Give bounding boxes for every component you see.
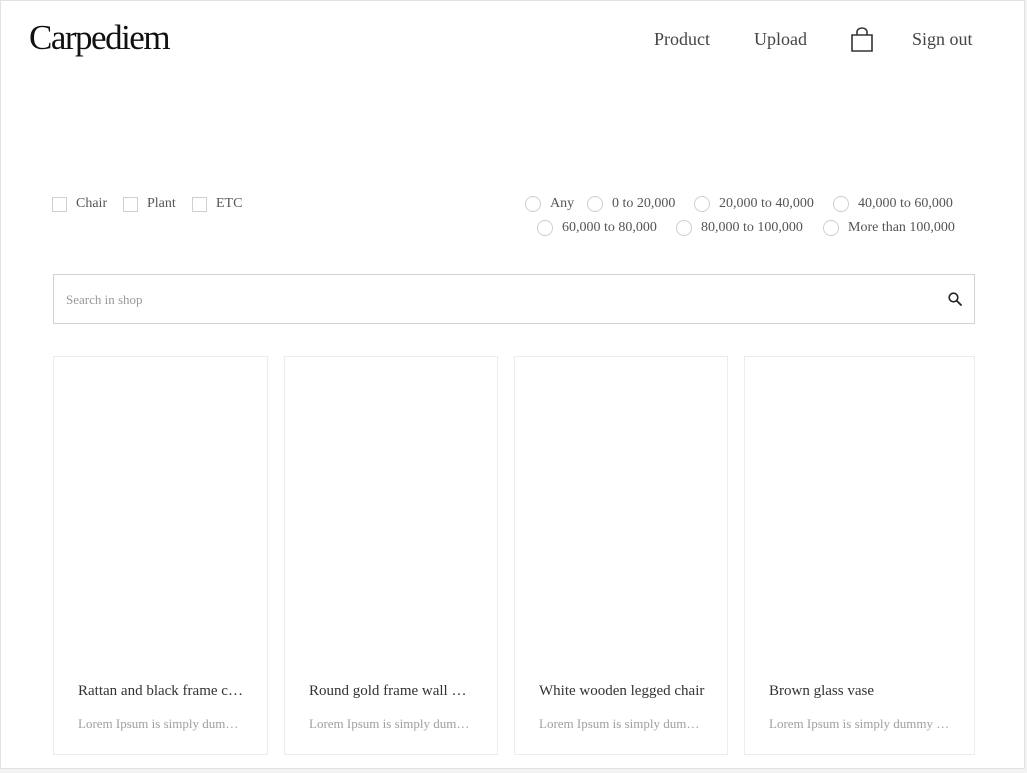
price-60000-80000-radio[interactable]: [537, 220, 553, 236]
filter-etc-label: ETC: [216, 196, 243, 211]
product-card[interactable]: Rattan and black frame chair Lorem Ipsum…: [53, 356, 268, 755]
product-title[interactable]: Brown glass vase: [769, 683, 952, 700]
plant-checkbox[interactable]: [123, 196, 138, 212]
product-title[interactable]: Round gold frame wall mirror: [309, 683, 475, 700]
nav-upload-link[interactable]: Upload: [754, 29, 807, 50]
product-description: Lorem Ipsum is simply dummy text: [769, 716, 952, 731]
product-card[interactable]: White wooden legged chair Lorem Ipsum is…: [514, 356, 728, 755]
product-card[interactable]: Brown glass vase Lorem Ipsum is simply d…: [744, 356, 975, 755]
product-image[interactable]: [515, 357, 727, 657]
price-60000-80000-label: 60,000 to 80,000: [562, 220, 657, 235]
search-icon[interactable]: [948, 292, 962, 306]
price-80000-100000-label: 80,000 to 100,000: [701, 220, 803, 235]
product-image[interactable]: [54, 357, 267, 657]
product-title[interactable]: Rattan and black frame chair: [78, 683, 245, 700]
price-0-20000[interactable]: 0 to 20,000: [587, 196, 675, 212]
product-card[interactable]: Round gold frame wall mirror Lorem Ipsum…: [284, 356, 498, 755]
shopping-bag-icon[interactable]: [850, 27, 874, 53]
price-80000-100000[interactable]: 80,000 to 100,000: [676, 220, 803, 236]
search-input[interactable]: [64, 287, 928, 313]
price-80000-100000-radio[interactable]: [676, 220, 692, 236]
chair-checkbox[interactable]: [52, 196, 67, 212]
price-40000-60000-label: 40,000 to 60,000: [858, 196, 953, 211]
filter-chair[interactable]: Chair: [52, 196, 107, 212]
price-20000-40000[interactable]: 20,000 to 40,000: [694, 196, 814, 212]
product-description: Lorem Ipsum is simply dummy text: [78, 716, 245, 731]
filter-chair-label: Chair: [76, 196, 108, 211]
price-any-radio[interactable]: [525, 196, 541, 212]
product-title[interactable]: White wooden legged chair: [539, 683, 705, 700]
price-40000-60000-radio[interactable]: [833, 196, 849, 212]
nav-product-link[interactable]: Product: [654, 29, 710, 50]
price-0-20000-radio[interactable]: [587, 196, 603, 212]
price-20000-40000-label: 20,000 to 40,000: [719, 196, 814, 211]
product-image[interactable]: [745, 357, 974, 657]
filter-plant[interactable]: Plant: [123, 196, 176, 212]
product-description: Lorem Ipsum is simply dummy text: [309, 716, 475, 731]
page: Carpediem Product Upload Sign out Chair …: [0, 0, 1025, 769]
price-over-100000[interactable]: More than 100,000: [823, 220, 955, 236]
search-box: [53, 274, 975, 324]
price-any[interactable]: Any: [525, 196, 574, 212]
price-over-100000-label: More than 100,000: [848, 220, 955, 235]
product-image[interactable]: [285, 357, 497, 657]
price-60000-80000[interactable]: 60,000 to 80,000: [537, 220, 657, 236]
product-description: Lorem Ipsum is simply dummy text: [539, 716, 705, 731]
filter-etc[interactable]: ETC: [192, 196, 242, 212]
price-0-20000-label: 0 to 20,000: [612, 196, 676, 211]
price-over-100000-radio[interactable]: [823, 220, 839, 236]
price-any-label: Any: [550, 196, 575, 211]
price-20000-40000-radio[interactable]: [694, 196, 710, 212]
etc-checkbox[interactable]: [192, 196, 207, 212]
price-40000-60000[interactable]: 40,000 to 60,000: [833, 196, 953, 212]
nav-sign-out-link[interactable]: Sign out: [912, 29, 973, 50]
filter-plant-label: Plant: [147, 196, 176, 211]
